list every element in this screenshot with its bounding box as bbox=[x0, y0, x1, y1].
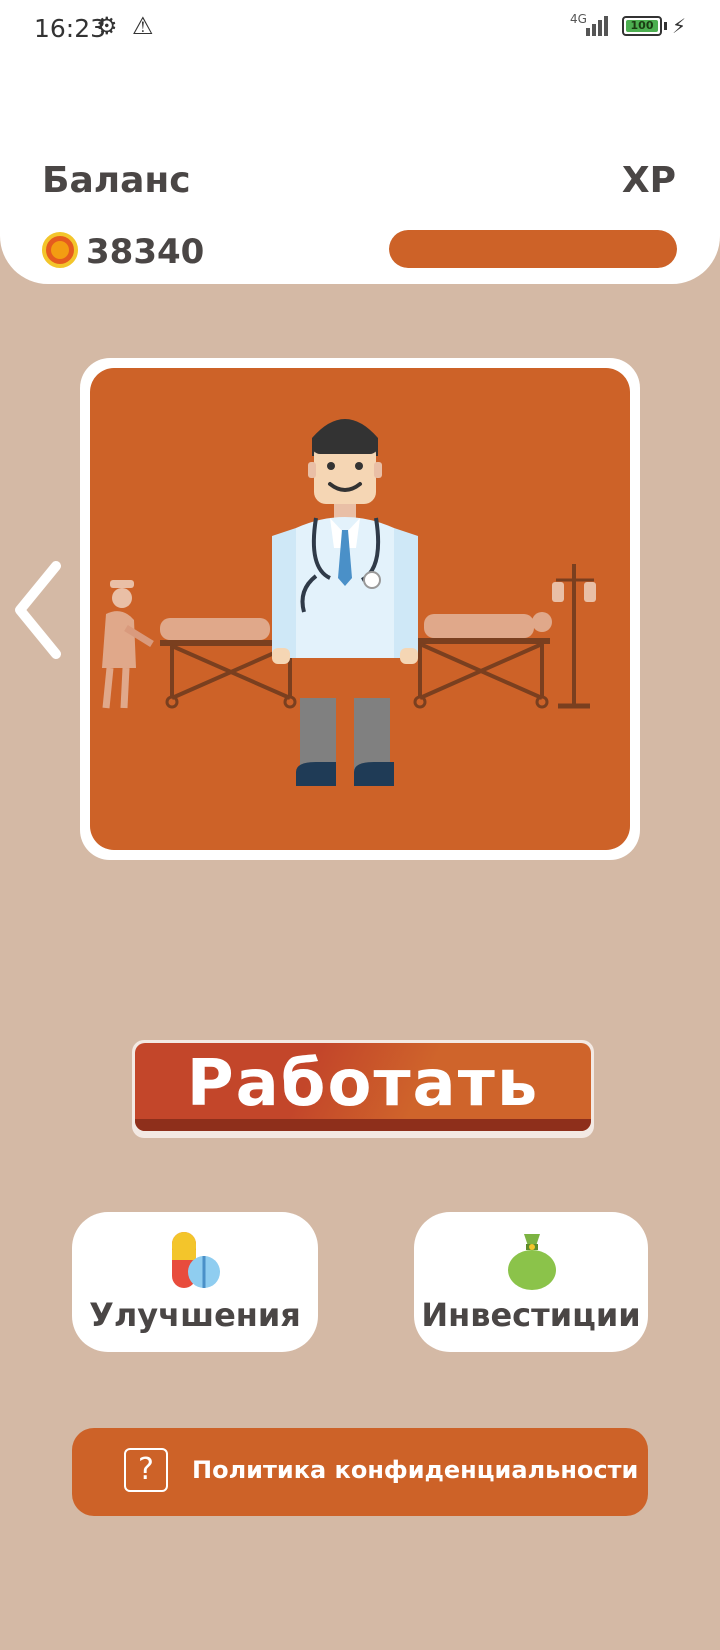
investments-button[interactable]: Инвестиции bbox=[414, 1212, 648, 1352]
xp-title: XP bbox=[621, 160, 676, 201]
upgrades-button[interactable]: Улучшения bbox=[72, 1212, 318, 1352]
money-bag-icon bbox=[508, 1234, 556, 1290]
profession-image-frame bbox=[80, 358, 640, 860]
xp-progress-fill bbox=[389, 230, 677, 268]
work-button[interactable]: Работать bbox=[132, 1040, 594, 1138]
battery-level: 100 bbox=[626, 20, 658, 32]
balance-title: Баланс bbox=[42, 160, 191, 201]
doctor-hospital-illustration bbox=[102, 419, 596, 786]
status-bar: 16:23 ⚙ ⚠ 4G 100 ⚡ bbox=[0, 0, 720, 56]
iv-stand-icon bbox=[552, 564, 596, 709]
stretcher-right-icon bbox=[410, 612, 552, 709]
signal-icon bbox=[586, 16, 608, 36]
profession-image bbox=[90, 368, 630, 850]
warning-icon: ⚠ bbox=[132, 12, 154, 40]
investments-label: Инвестиции bbox=[421, 1296, 641, 1334]
privacy-policy-button[interactable]: ? Политика конфиденциальности bbox=[72, 1428, 648, 1516]
battery-icon: 100 bbox=[622, 16, 662, 36]
balance-value: 38340 bbox=[86, 232, 205, 272]
pills-icon bbox=[172, 1232, 220, 1288]
coin-icon bbox=[42, 232, 78, 268]
privacy-policy-label: Политика конфиденциальности bbox=[192, 1456, 639, 1484]
doctor-icon bbox=[272, 419, 418, 786]
nurse-icon bbox=[102, 580, 154, 709]
settings-gear-icon: ⚙ bbox=[96, 12, 118, 40]
chevron-left-icon[interactable] bbox=[14, 560, 68, 660]
xp-progress-bar bbox=[389, 230, 677, 268]
upgrades-label: Улучшения bbox=[89, 1296, 301, 1334]
work-button-label: Работать bbox=[186, 1047, 540, 1121]
charging-icon: ⚡ bbox=[672, 14, 687, 38]
question-mark-icon: ? bbox=[124, 1448, 168, 1492]
work-button-face: Работать bbox=[135, 1043, 591, 1131]
battery-cap bbox=[664, 22, 667, 30]
